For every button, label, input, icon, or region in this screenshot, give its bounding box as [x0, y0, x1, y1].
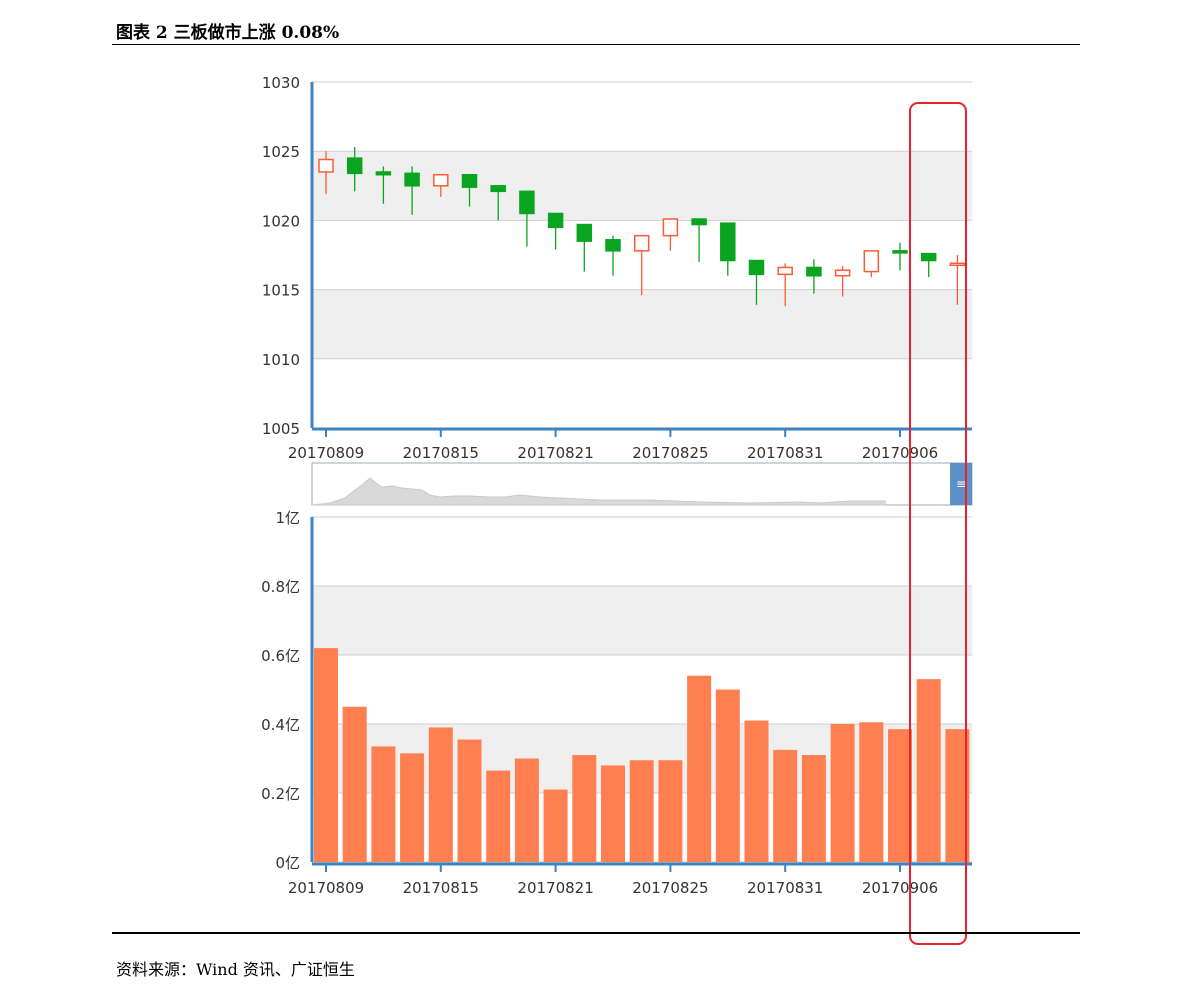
- volume-bar: [629, 760, 654, 862]
- volume-bar: [830, 724, 855, 862]
- y-tick-label: 1010: [262, 351, 300, 369]
- candle-body: [720, 222, 736, 262]
- y-tick-label: 1005: [262, 420, 300, 438]
- candle-body: [576, 223, 593, 242]
- volume-bar: [859, 722, 884, 862]
- y-tick-label: 1025: [262, 143, 300, 161]
- volume-bar: [888, 729, 912, 862]
- candle: [605, 235, 621, 276]
- candle-body: [633, 234, 650, 252]
- grid-band: [312, 586, 972, 655]
- volume-bar: [773, 749, 798, 862]
- candle-body: [920, 252, 937, 262]
- volume-bar: [428, 727, 453, 862]
- volume-bar: [801, 755, 826, 862]
- candle: [662, 218, 679, 251]
- x-tick-label: 20170831: [747, 879, 823, 897]
- volume-bar: [457, 739, 482, 862]
- candle-body: [806, 266, 822, 277]
- candle-body: [834, 269, 851, 277]
- candle: [720, 222, 736, 276]
- candle-body: [748, 259, 765, 276]
- x-tick-label: 20170821: [517, 444, 593, 462]
- navigator-handle-grip: ≡: [956, 477, 966, 491]
- x-tick-label: 20170809: [288, 879, 364, 897]
- candle: [691, 218, 707, 262]
- candle: [892, 242, 908, 271]
- volume-bar: [543, 789, 568, 862]
- y-tick-label: 0.4亿: [261, 716, 300, 734]
- volume-bar: [744, 720, 769, 862]
- grid-band: [312, 289, 972, 359]
- x-tick-label: 20170821: [517, 879, 593, 897]
- x-tick-label: 20170825: [632, 879, 708, 897]
- x-tick-label: 20170831: [747, 444, 823, 462]
- candle: [920, 252, 937, 278]
- y-tick-label: 1020: [262, 212, 300, 230]
- candlestick-x-tick-labels: 20170809 20170815 20170821 20170825 20170831…: [288, 429, 938, 462]
- y-tick-label: 0亿: [275, 854, 300, 872]
- volume-y-tick-labels: 0亿 0.2亿 0.4亿 0.6亿 0.8亿 1亿: [261, 509, 300, 872]
- candle-body: [605, 239, 621, 252]
- volume-bar: [658, 760, 683, 862]
- candle-body: [490, 185, 506, 193]
- volume-bar: [314, 648, 338, 862]
- volume-bar: [572, 755, 597, 862]
- candle: [806, 259, 822, 294]
- volume-bar: [486, 770, 511, 862]
- candle-body: [892, 250, 908, 254]
- y-tick-label: 1015: [262, 282, 300, 300]
- candle-body: [777, 266, 793, 276]
- candle-body: [949, 262, 966, 267]
- volume-bar: [916, 679, 941, 862]
- bottom-rule: [112, 932, 1080, 934]
- candle-body: [863, 250, 880, 273]
- volume-bar: [715, 689, 740, 862]
- candle-body: [346, 157, 363, 175]
- x-tick-label: 20170906: [862, 879, 938, 897]
- x-tick-label: 20170809: [288, 444, 364, 462]
- y-tick-label: 0.8亿: [261, 578, 300, 596]
- volume-bar: [601, 765, 625, 862]
- y-tick-label: 0.6亿: [261, 647, 300, 665]
- volume-bar: [687, 675, 712, 862]
- candle-body: [318, 158, 334, 173]
- candle-body: [461, 173, 478, 188]
- volume-x-tick-labels: 20170809 20170815 20170821 20170825 20170831…: [288, 864, 938, 897]
- x-tick-label: 20170906: [862, 444, 938, 462]
- candle-body: [662, 218, 679, 237]
- market-chart: 1005 1010 1015 1020 1025 1030 20170809 2017081…: [261, 74, 973, 945]
- candle-body: [404, 172, 420, 187]
- x-tick-label: 20170825: [632, 444, 708, 462]
- figure-source: 资料来源：Wind 资讯、广证恒生: [116, 960, 355, 979]
- candle-body: [433, 173, 449, 187]
- y-tick-label: 0.2亿: [261, 785, 300, 803]
- candle: [633, 234, 650, 296]
- volume-bar: [371, 746, 396, 862]
- candle-body: [691, 218, 707, 226]
- candle-body: [519, 190, 535, 215]
- y-tick-label: 1030: [262, 74, 300, 92]
- volume-bar: [514, 758, 539, 862]
- volume-bar: [400, 753, 425, 862]
- candlestick-y-tick-labels: 1005 1010 1015 1020 1025 1030: [262, 74, 300, 438]
- candle: [863, 250, 880, 278]
- y-tick-label: 1亿: [275, 509, 300, 527]
- x-tick-label: 20170815: [403, 879, 479, 897]
- x-tick-label: 20170815: [403, 444, 479, 462]
- range-navigator[interactable]: ≡: [311, 462, 973, 506]
- candle-body: [375, 171, 392, 176]
- volume-bar: [342, 706, 367, 862]
- candle-body: [547, 212, 564, 229]
- candle: [547, 212, 564, 250]
- candle: [576, 223, 593, 272]
